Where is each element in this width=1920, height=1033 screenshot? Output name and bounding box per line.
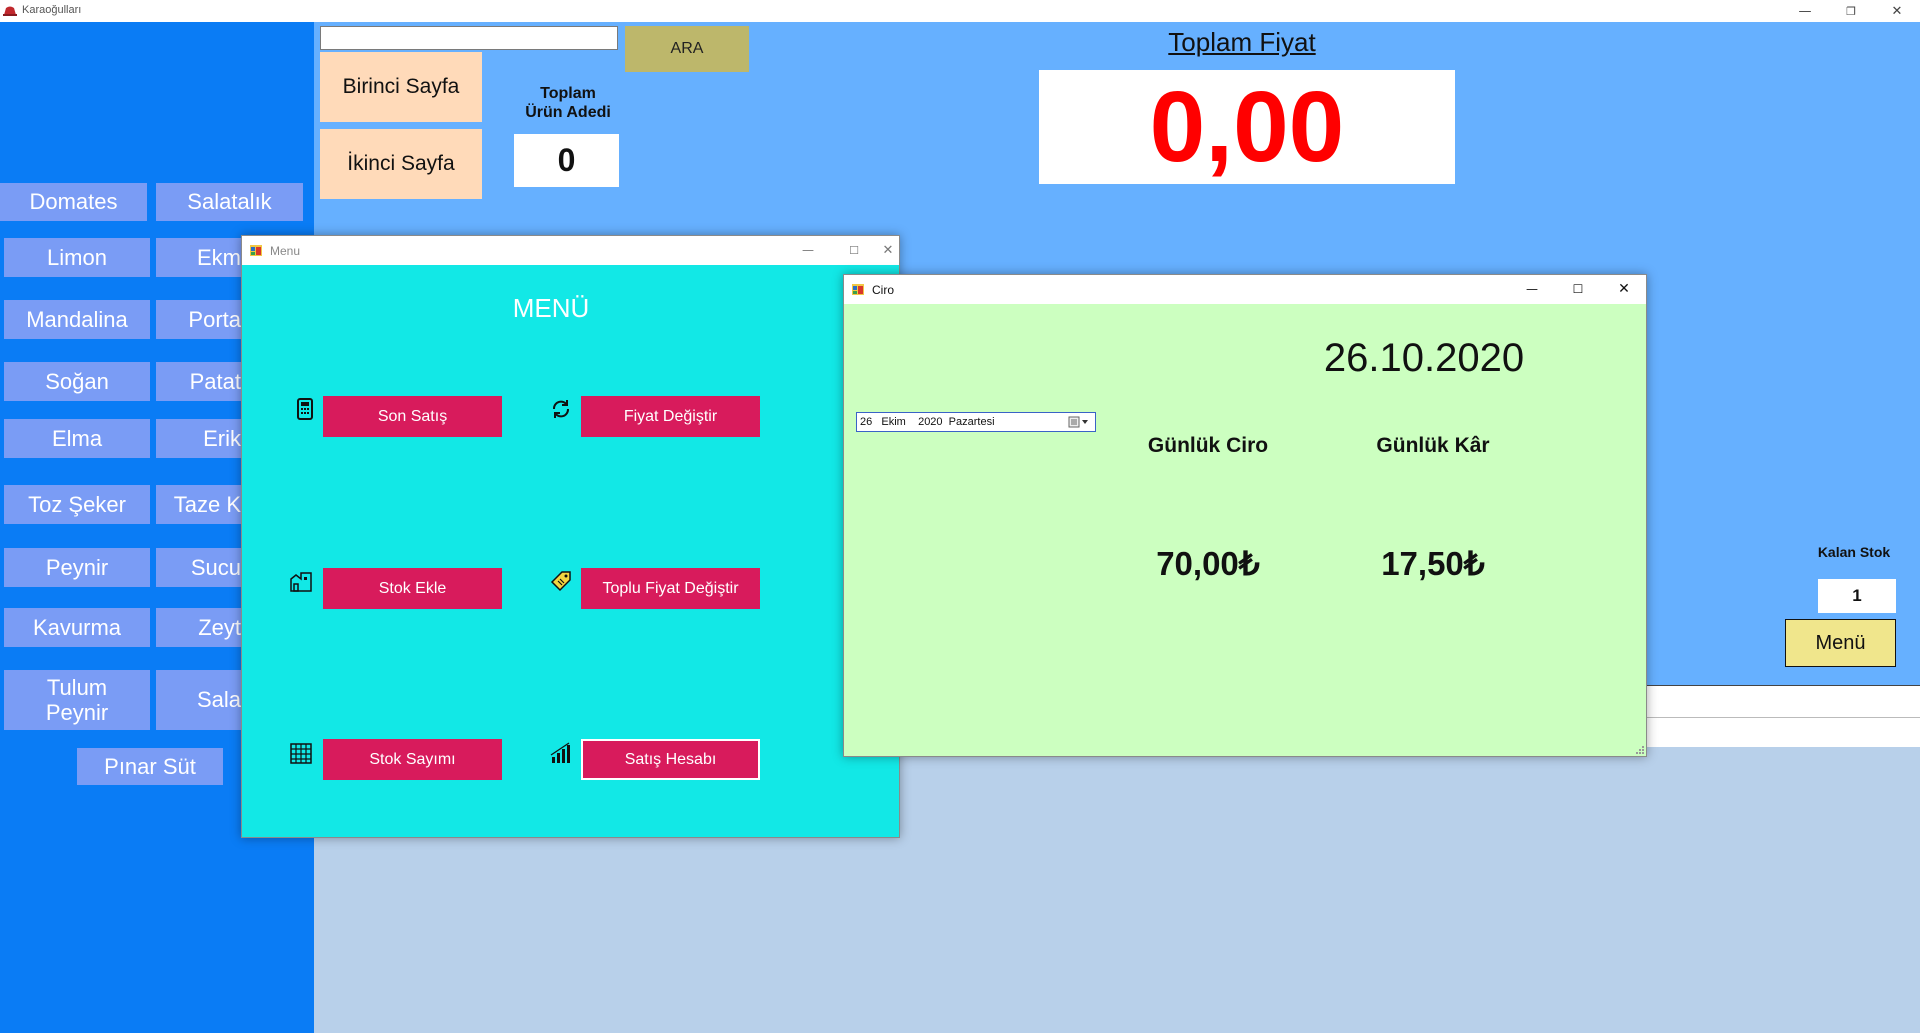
product-button-salatalik[interactable]: Salatalık bbox=[156, 183, 303, 221]
calendar-dropdown-icon[interactable] bbox=[1067, 415, 1093, 429]
product-button-patates[interactable]: Patat bbox=[156, 362, 241, 401]
bar-chart-icon bbox=[550, 742, 570, 763]
app-title: Karaoğulları bbox=[22, 4, 82, 16]
grid-row-divider bbox=[1646, 717, 1920, 718]
menu-window-client: MENÜ Son Satış Fiyat Değiştir Stok Ekle … bbox=[242, 265, 899, 837]
stock-count-button[interactable]: Stok Sayımı bbox=[323, 739, 502, 780]
second-page-button[interactable]: İkinci Sayfa bbox=[320, 129, 482, 199]
menu-window-titlebar[interactable]: Menu — ☐ ✕ bbox=[242, 236, 899, 265]
product-button-tulum-peynir[interactable]: Tulum Peynir bbox=[4, 670, 150, 730]
stock-value: 1 bbox=[1818, 579, 1896, 613]
app-logo-icon bbox=[3, 6, 17, 16]
ciro-maximize-button[interactable]: ☐ bbox=[1555, 275, 1601, 303]
menu-button[interactable]: Menü bbox=[1785, 619, 1896, 667]
product-button-sucuk[interactable]: Sucu bbox=[156, 548, 241, 587]
window-form-icon bbox=[852, 284, 864, 295]
product-button-limon[interactable]: Limon bbox=[4, 238, 150, 277]
product-button-toz-seker[interactable]: Toz Şeker bbox=[4, 485, 150, 524]
search-input[interactable] bbox=[320, 26, 618, 50]
product-button-erik[interactable]: Erik bbox=[156, 419, 241, 458]
menu-maximize-button[interactable]: ☐ bbox=[831, 236, 877, 264]
minimize-icon: — bbox=[1526, 282, 1538, 296]
refresh-icon bbox=[553, 400, 569, 418]
ciro-minimize-button[interactable]: — bbox=[1509, 275, 1555, 303]
price-tag-icon bbox=[550, 571, 571, 592]
maximize-icon: ☐ bbox=[1572, 282, 1584, 296]
resize-grip-icon[interactable] bbox=[1636, 746, 1644, 754]
product-button-kavurma[interactable]: Kavurma bbox=[4, 608, 150, 647]
product-button-portakal[interactable]: Porta bbox=[156, 300, 241, 339]
total-price-value: 0,00 bbox=[1039, 70, 1455, 184]
restore-icon: ❐ bbox=[1846, 4, 1856, 18]
minimize-icon: — bbox=[1798, 3, 1812, 19]
restore-button[interactable]: ❐ bbox=[1828, 0, 1874, 22]
product-button-mandalina[interactable]: Mandalina bbox=[4, 300, 150, 339]
date-picker[interactable]: 26 Ekim 2020 Pazartesi bbox=[856, 412, 1096, 432]
daily-profit-value: 17,50₺ bbox=[1381, 545, 1485, 582]
ciro-window-title: Ciro bbox=[872, 283, 895, 297]
sales-report-button[interactable]: Satış Hesabı bbox=[581, 739, 760, 780]
add-stock-button[interactable]: Stok Ekle bbox=[323, 568, 502, 609]
menu-window: Menu — ☐ ✕ MENÜ Son Satış Fiyat Değiştir… bbox=[241, 235, 900, 838]
product-button-sogan[interactable]: Soğan bbox=[4, 362, 150, 401]
product-button-ekmek[interactable]: Ekm bbox=[156, 238, 241, 277]
menu-minimize-button[interactable]: — bbox=[785, 236, 831, 264]
last-sale-button[interactable]: Son Satış bbox=[323, 396, 502, 437]
menu-close-button[interactable]: ✕ bbox=[877, 236, 899, 264]
date-picker-value: 26 Ekim 2020 Pazartesi bbox=[860, 416, 995, 428]
ciro-window-titlebar[interactable]: Ciro — ☐ ✕ bbox=[844, 275, 1646, 304]
product-button-elma[interactable]: Elma bbox=[4, 419, 150, 458]
building-grid-icon bbox=[290, 743, 312, 764]
product-button-salam[interactable]: Sala bbox=[156, 670, 241, 730]
menu-window-title: Menu bbox=[270, 244, 301, 258]
close-icon: ✕ bbox=[882, 242, 894, 258]
main-titlebar: Karaoğulları — ❐ ✕ bbox=[0, 0, 1920, 22]
maximize-icon: ☐ bbox=[849, 243, 859, 257]
stock-label: Kalan Stok bbox=[1817, 544, 1891, 560]
bulk-price-change-button[interactable]: Toplu Fiyat Değiştir bbox=[581, 568, 760, 609]
close-button[interactable]: ✕ bbox=[1874, 0, 1920, 22]
total-price-title: Toplam Fiyat bbox=[1168, 27, 1316, 57]
ciro-date-heading: 26.10.2020 bbox=[1323, 336, 1525, 380]
change-price-button[interactable]: Fiyat Değiştir bbox=[581, 396, 760, 437]
product-button-zeytin[interactable]: Zeyt bbox=[156, 608, 241, 647]
calculator-icon bbox=[297, 398, 313, 420]
product-button-peynir[interactable]: Peynir bbox=[4, 548, 150, 587]
menu-heading: MENÜ bbox=[512, 293, 590, 323]
daily-profit-label: Günlük Kâr bbox=[1376, 434, 1490, 457]
window-form-icon bbox=[250, 245, 262, 256]
product-button-taze-kasar[interactable]: Taze K bbox=[156, 485, 241, 524]
total-count-label: Toplam Ürün Adedi bbox=[525, 85, 611, 121]
first-page-button[interactable]: Birinci Sayfa bbox=[320, 52, 482, 122]
close-icon: ✕ bbox=[1891, 3, 1903, 19]
search-button[interactable]: ARA bbox=[625, 26, 749, 72]
product-button-pinar-sut[interactable]: Pınar Süt bbox=[77, 748, 223, 785]
minimize-icon: — bbox=[802, 243, 814, 257]
daily-revenue-value: 70,00₺ bbox=[1156, 545, 1260, 582]
minimize-button[interactable]: — bbox=[1782, 0, 1828, 22]
product-button-domates[interactable]: Domates bbox=[0, 183, 147, 221]
ciro-window: Ciro — ☐ ✕ 26.10.2020 26 Ekim 2020 Pazar… bbox=[843, 274, 1647, 757]
warehouse-icon bbox=[290, 572, 312, 592]
sales-grid[interactable] bbox=[1646, 685, 1920, 747]
ciro-window-client: 26.10.2020 26 Ekim 2020 Pazartesi Günlük… bbox=[844, 304, 1646, 756]
ciro-close-button[interactable]: ✕ bbox=[1601, 275, 1647, 303]
total-count-value: 0 bbox=[514, 134, 619, 187]
daily-revenue-label: Günlük Ciro bbox=[1147, 434, 1269, 457]
close-icon: ✕ bbox=[1618, 281, 1630, 297]
